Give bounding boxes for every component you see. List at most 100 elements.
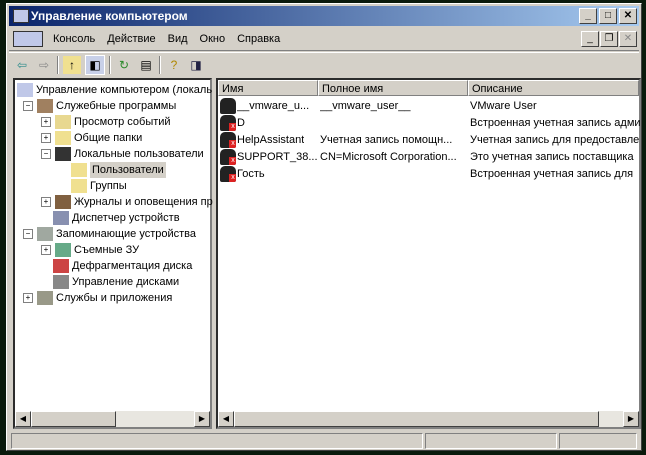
user-full-name: CN=Microsoft Corporation... (320, 151, 457, 163)
user-full-name (320, 115, 470, 132)
user-name: SUPPORT_38... (237, 151, 318, 163)
show-action-pane-icon[interactable]: ◨ (187, 56, 205, 74)
menu-bar: Консоль Действие Вид Окно Справка _ ❐ ✕ (9, 28, 639, 51)
child-minimize-button[interactable]: _ (581, 31, 599, 47)
user-description: Встроенная учетная запись для (470, 168, 634, 180)
child-close-button[interactable]: ✕ (619, 31, 637, 47)
title-bar: Управление компьютером _ □ ✕ (9, 6, 639, 26)
expand-icon[interactable]: + (41, 117, 51, 127)
column-description[interactable]: Описание (468, 80, 639, 96)
user-icon: x (220, 132, 236, 148)
tree-node-label: Просмотр событий (74, 116, 171, 128)
tree-node[interactable]: + Съемные ЗУ (41, 242, 139, 258)
disabled-x-icon: x (229, 140, 236, 148)
back-icon[interactable]: ⇦ (13, 56, 31, 74)
minimize-button[interactable]: _ (579, 8, 597, 24)
tree-node[interactable]: + Просмотр событий (41, 114, 171, 130)
user-name: HelpAssistant (237, 134, 305, 146)
tree-node-label: Журналы и оповещения пр (74, 196, 213, 208)
tree-node[interactable]: Управление дисками (53, 274, 179, 290)
help-icon[interactable]: ? (165, 56, 183, 74)
tree-node[interactable]: + Журналы и оповещения пр (41, 194, 213, 210)
folder-icon (71, 163, 87, 177)
node-icon (37, 99, 53, 113)
user-description: Это учетная запись поставщика (470, 151, 634, 163)
menu-window[interactable]: Окно (194, 33, 232, 45)
refresh-icon[interactable]: ↻ (115, 56, 133, 74)
column-full-name[interactable]: Полное имя (318, 80, 468, 96)
node-icon (37, 291, 53, 305)
tree-node[interactable]: + Службы и приложения (23, 290, 172, 306)
console-icon[interactable] (13, 31, 43, 47)
collapse-icon[interactable]: − (41, 149, 51, 159)
scroll-right-arrow[interactable]: ▶ (623, 411, 639, 427)
scroll-thumb[interactable] (31, 411, 116, 427)
folder-icon (71, 179, 87, 193)
close-button[interactable]: ✕ (619, 8, 637, 24)
separator (109, 56, 111, 74)
tree-node[interactable]: − Запоминающие устройства (23, 226, 196, 242)
computer-management-window: Управление компьютером _ □ ✕ Консоль Дей… (6, 3, 642, 451)
user-description: Встроенная учетная запись адми (470, 117, 640, 129)
scroll-right-arrow[interactable]: ▶ (194, 411, 210, 427)
disabled-x-icon: x (229, 174, 236, 182)
forward-icon[interactable]: ⇨ (35, 56, 53, 74)
tree-node-label: Локальные пользователи (74, 148, 204, 160)
node-icon (53, 275, 69, 289)
user-description: VMware User (470, 100, 537, 112)
user-icon: x (220, 166, 236, 182)
scroll-left-arrow[interactable]: ◀ (218, 411, 234, 427)
user-row[interactable]: x HelpAssistant Учетная запись помощн... Уч… (220, 132, 640, 149)
tree-node-label: Служебные программы (56, 100, 177, 112)
expand-icon[interactable]: + (41, 133, 51, 143)
node-icon (53, 211, 69, 225)
user-name: D (237, 117, 245, 129)
disabled-x-icon: x (229, 157, 236, 165)
tree-node[interactable]: − Служебные программы (23, 98, 176, 114)
menu-help[interactable]: Справка (231, 33, 286, 45)
expand-icon[interactable]: + (41, 245, 51, 255)
list-horizontal-scrollbar[interactable]: ◀ ▶ (218, 411, 639, 427)
tree-node[interactable]: Группы (71, 178, 127, 194)
window-title: Управление компьютером (31, 9, 188, 23)
scroll-thumb[interactable] (234, 411, 599, 427)
tree-node[interactable]: Управление компьютером (локаль (17, 82, 212, 98)
up-folder-icon[interactable]: ↑ (63, 56, 81, 74)
tree-pane: ◀ ▶ Управление компьютером (локаль − Служе… (13, 78, 213, 429)
expand-icon[interactable]: + (23, 293, 33, 303)
tree-node[interactable]: − Локальные пользователи (41, 146, 204, 162)
user-row[interactable]: __vmware_u... __vmware_user__ VMware User (220, 98, 640, 115)
child-restore-button[interactable]: ❐ (600, 31, 618, 47)
show-hide-tree-icon[interactable]: ◧ (85, 55, 105, 75)
tree-node-label: Запоминающие устройства (56, 228, 197, 240)
menu-console[interactable]: Консоль (47, 33, 101, 45)
export-list-icon[interactable]: ▤ (137, 56, 155, 74)
node-icon (55, 131, 71, 145)
node-icon (55, 195, 71, 209)
maximize-button[interactable]: □ (599, 8, 617, 24)
computer-icon (13, 9, 29, 23)
menu-view[interactable]: Вид (162, 33, 194, 45)
tree-node[interactable]: Дефрагментация диска (53, 258, 192, 274)
column-name[interactable]: Имя (218, 80, 318, 96)
status-panel (11, 433, 423, 449)
menu-action[interactable]: Действие (101, 33, 161, 45)
separator (57, 56, 59, 74)
user-row[interactable]: x SUPPORT_38... CN=Microsoft Corporation..… (220, 149, 640, 166)
scroll-left-arrow[interactable]: ◀ (15, 411, 31, 427)
node-icon (17, 83, 33, 97)
collapse-icon[interactable]: − (23, 229, 33, 239)
user-row[interactable]: x Гость Встроенная учетная запись для (220, 166, 640, 183)
tree-node[interactable]: Диспетчер устройств (53, 210, 180, 226)
collapse-icon[interactable]: − (23, 101, 33, 111)
user-row[interactable]: x D Встроенная учетная запись адми (220, 115, 640, 132)
user-name: __vmware_u... (237, 100, 310, 112)
users-list-pane: Имя Полное имя Описание ◀ ▶ __vmware_u..… (216, 78, 641, 429)
tree-node-label: Общие папки (74, 132, 143, 144)
tree-node[interactable]: Пользователи (71, 162, 166, 178)
expand-icon[interactable]: + (41, 197, 51, 207)
tree-horizontal-scrollbar[interactable]: ◀ ▶ (15, 411, 210, 427)
user-full-name: __vmware_user__ (320, 100, 411, 112)
tree-node[interactable]: + Общие папки (41, 130, 142, 146)
tree-node-label: Диспетчер устройств (72, 212, 180, 224)
